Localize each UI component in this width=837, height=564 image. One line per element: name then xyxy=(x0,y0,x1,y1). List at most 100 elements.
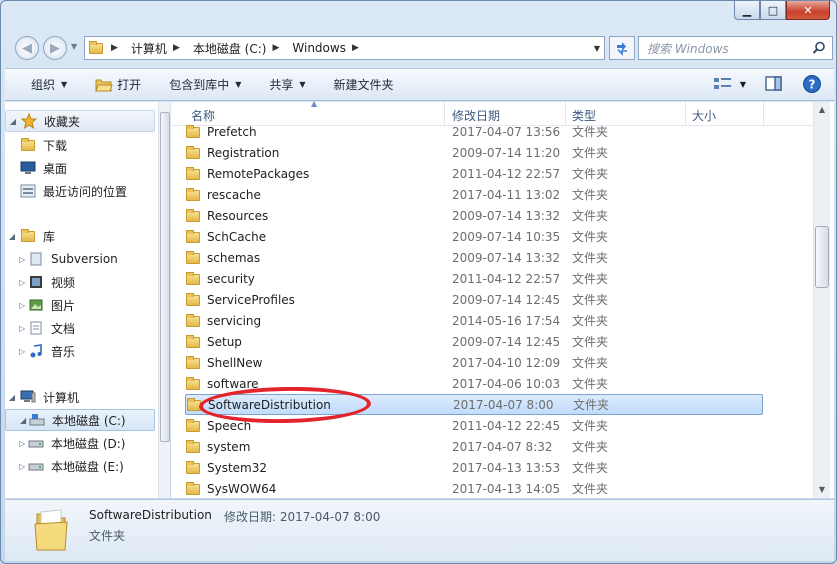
forward-button[interactable]: ▶ xyxy=(43,36,67,60)
maximize-button[interactable]: □ xyxy=(760,1,786,20)
file-name: Setup xyxy=(207,334,242,349)
sidebar-item-music[interactable]: ▷ 音乐 xyxy=(5,340,155,362)
sidebar-scrollbar[interactable] xyxy=(158,102,170,498)
file-row[interactable]: software 2017-04-06 10:03 文件夹 xyxy=(185,373,763,394)
recent-pages-dropdown[interactable]: ▼ xyxy=(71,42,77,51)
sidebar-item-videos[interactable]: ▷ 视频 xyxy=(5,271,155,293)
library-icon xyxy=(19,228,37,244)
file-row[interactable]: security 2011-04-12 22:57 文件夹 xyxy=(185,268,763,289)
sidebar-item-drive-d[interactable]: ▷ 本地磁盘 (D:) xyxy=(5,432,155,454)
sidebar-item-drive-c[interactable]: ◢ 本地磁盘 (C:) xyxy=(5,409,155,431)
folder-icon xyxy=(185,250,201,265)
sidebar-item-libraries[interactable]: ◢ 库 xyxy=(5,225,155,247)
sidebar-item-desktop[interactable]: 桌面 xyxy=(5,157,155,179)
documents-icon xyxy=(27,320,45,336)
folder-icon xyxy=(185,439,201,454)
search-icon[interactable] xyxy=(812,41,826,55)
collapse-arrow-icon[interactable]: ◢ xyxy=(5,232,19,241)
expand-arrow-icon[interactable]: ▷ xyxy=(5,347,25,356)
file-modified-date: 2017-04-13 14:05 xyxy=(452,481,561,496)
organize-label: 组织 xyxy=(31,78,56,92)
organize-button[interactable]: 组织 ▼ xyxy=(31,76,67,93)
file-row[interactable]: SysWOW64 2017-04-13 14:05 文件夹 xyxy=(185,478,763,499)
file-type: 文件夹 xyxy=(572,167,609,181)
file-name: servicing xyxy=(207,313,262,328)
expand-arrow-icon[interactable]: ▷ xyxy=(5,439,25,448)
open-button[interactable]: 打开 xyxy=(95,76,141,93)
file-list-scroll-thumb[interactable] xyxy=(815,226,829,288)
address-bar[interactable]: ▶ 计算机 ▶ 本地磁盘 (C:) ▶ Windows ▶ xyxy=(84,36,605,60)
sidebar-scroll-thumb[interactable] xyxy=(160,112,170,442)
back-button[interactable]: ◀ xyxy=(15,36,39,60)
folder-icon xyxy=(89,41,103,54)
file-row[interactable]: rescache 2017-04-11 13:02 文件夹 xyxy=(185,184,763,205)
folder-icon xyxy=(185,292,201,307)
preview-pane-icon[interactable] xyxy=(764,75,784,93)
expand-arrow-icon[interactable]: ▷ xyxy=(5,278,25,287)
refresh-button[interactable] xyxy=(609,36,635,60)
explorer-window: ▁ □ ✕ ◀ ▶ ▼ ▶ 计算机 ▶ 本地磁盘 (C:) ▶ Windows … xyxy=(0,0,837,564)
file-name: schemas xyxy=(207,250,261,265)
expand-arrow-icon[interactable]: ◢ xyxy=(6,416,26,425)
breadcrumb-separator[interactable]: ▶ xyxy=(173,43,187,53)
sidebar-item-downloads[interactable]: 下载 xyxy=(5,134,155,156)
sidebar-item-label: 收藏夹 xyxy=(44,114,81,129)
sidebar-item-favorites[interactable]: ◢ 收藏夹 xyxy=(5,110,155,132)
share-button[interactable]: 共享 ▼ xyxy=(269,76,305,93)
view-dropdown-icon[interactable]: ▼ xyxy=(740,80,746,89)
new-folder-button[interactable]: 新建文件夹 xyxy=(334,76,394,93)
file-row[interactable]: system 2017-04-07 8:32 文件夹 xyxy=(185,436,763,457)
close-button[interactable]: ✕ xyxy=(786,1,830,20)
file-type: 文件夹 xyxy=(572,335,609,349)
breadcrumb-separator[interactable]: ▶ xyxy=(111,43,125,53)
breadcrumb-computer[interactable]: 计算机 xyxy=(131,40,167,57)
view-options-icon[interactable] xyxy=(712,75,734,93)
file-type: 文件夹 xyxy=(572,146,609,160)
file-row[interactable]: ShellNew 2017-04-10 12:09 文件夹 xyxy=(185,352,763,373)
file-name: system xyxy=(207,439,251,454)
file-row[interactable]: SoftwareDistribution 2017-04-07 8:00 文件夹 xyxy=(185,394,763,415)
expand-arrow-icon[interactable]: ▷ xyxy=(5,324,25,333)
breadcrumb-drive-c[interactable]: 本地磁盘 (C:) xyxy=(193,40,267,57)
sidebar-item-pictures[interactable]: ▷ 图片 xyxy=(5,294,155,316)
minimize-button[interactable]: ▁ xyxy=(734,1,760,20)
new-folder-label: 新建文件夹 xyxy=(333,78,394,92)
file-row[interactable]: SchCache 2009-07-14 10:35 文件夹 xyxy=(185,226,763,247)
sidebar-item-computer[interactable]: ◢ 计算机 xyxy=(5,386,155,408)
folder-icon xyxy=(185,208,201,223)
expand-arrow-icon[interactable]: ▷ xyxy=(5,301,25,310)
breadcrumb-windows[interactable]: Windows xyxy=(292,41,346,55)
file-row[interactable]: schemas 2009-07-14 13:32 文件夹 xyxy=(185,247,763,268)
file-row[interactable]: ServiceProfiles 2009-07-14 12:45 文件夹 xyxy=(185,289,763,310)
file-type: 文件夹 xyxy=(572,314,609,328)
file-list-scrollbar[interactable]: ▲ ▼ xyxy=(813,102,830,498)
sidebar-item-label: 计算机 xyxy=(43,390,80,405)
file-row[interactable]: Speech 2011-04-12 22:45 文件夹 xyxy=(185,415,763,436)
file-row[interactable]: Prefetch 2017-04-07 13:56 文件夹 xyxy=(185,121,763,142)
file-row[interactable]: System32 2017-04-13 13:53 文件夹 xyxy=(185,457,763,478)
file-row[interactable]: RemotePackages 2011-04-12 22:57 文件夹 xyxy=(185,163,763,184)
expand-arrow-icon[interactable]: ▷ xyxy=(5,255,25,264)
expand-arrow-icon[interactable]: ▷ xyxy=(5,462,25,471)
file-type: 文件夹 xyxy=(572,293,609,307)
breadcrumb-separator[interactable]: ▶ xyxy=(352,43,366,53)
sidebar-item-documents[interactable]: ▷ 文档 xyxy=(5,317,155,339)
collapse-arrow-icon[interactable]: ◢ xyxy=(6,117,20,126)
file-name: ShellNew xyxy=(207,355,263,370)
search-input[interactable]: 搜索 Windows xyxy=(638,36,833,60)
address-history-dropdown[interactable]: ▼ xyxy=(589,36,605,60)
include-in-library-button[interactable]: 包含到库中 ▼ xyxy=(169,76,241,93)
scroll-down-arrow-icon[interactable]: ▼ xyxy=(814,482,830,498)
folder-icon xyxy=(185,481,201,496)
sidebar-item-drive-e[interactable]: ▷ 本地磁盘 (E:) xyxy=(5,455,155,477)
file-row[interactable]: Resources 2009-07-14 13:32 文件夹 xyxy=(185,205,763,226)
breadcrumb-separator[interactable]: ▶ xyxy=(272,43,286,53)
file-row[interactable]: Registration 2009-07-14 11:20 文件夹 xyxy=(185,142,763,163)
collapse-arrow-icon[interactable]: ◢ xyxy=(5,393,19,402)
file-row[interactable]: Setup 2009-07-14 12:45 文件夹 xyxy=(185,331,763,352)
sidebar-item-subversion[interactable]: ▷ Subversion xyxy=(5,248,155,270)
file-row[interactable]: servicing 2014-05-16 17:54 文件夹 xyxy=(185,310,763,331)
sidebar-item-recent-places[interactable]: 最近访问的位置 xyxy=(5,180,155,202)
help-icon[interactable]: ? xyxy=(802,74,822,94)
scroll-up-arrow-icon[interactable]: ▲ xyxy=(814,102,830,118)
